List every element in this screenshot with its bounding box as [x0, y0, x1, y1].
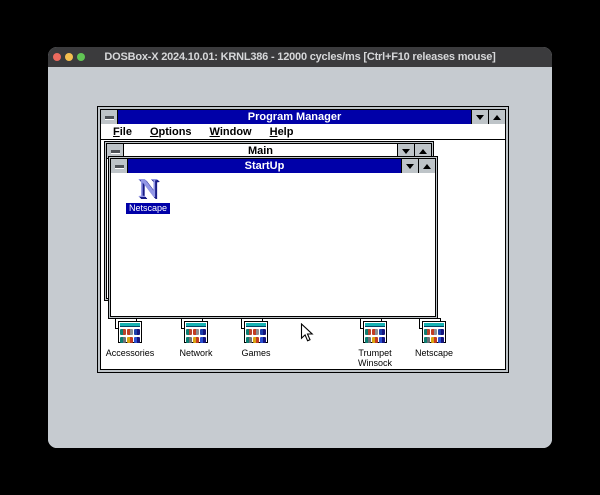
group-icon-netscape[interactable]: Netscape: [402, 318, 466, 358]
menu-bar: File Options Window Help: [101, 124, 505, 140]
minimize-icon: [476, 114, 484, 120]
program-manager-client-area: Main StartUp N Netscape Accessories Netw…: [101, 140, 505, 369]
group-label: Games: [241, 348, 271, 358]
dosbox-window-title: DOSBox-X 2024.10.01: KRNL386 - 12000 cyc…: [104, 51, 496, 63]
maximize-icon: [419, 148, 427, 154]
group-icon-trumpet-winsock[interactable]: Trumpet Winsock: [343, 318, 407, 368]
window-title: Program Manager: [247, 111, 342, 123]
minimize-icon: [402, 148, 410, 154]
program-group-icon: [419, 318, 447, 344]
control-menu-icon: [114, 164, 124, 168]
program-manager-window: Program Manager File Options Window Help: [97, 106, 509, 373]
windows-desktop: Program Manager File Options Window Help: [48, 67, 552, 448]
dosbox-window: DOSBox-X 2024.10.01: KRNL386 - 12000 cyc…: [48, 47, 552, 448]
netscape-n-icon: N: [138, 173, 158, 203]
control-menu-icon: [110, 149, 120, 153]
zoom-button[interactable]: [77, 53, 85, 61]
group-label: Trumpet Winsock: [357, 348, 392, 368]
program-group-icon: [241, 318, 269, 344]
group-label: Network: [179, 348, 213, 358]
maximize-button[interactable]: [418, 159, 435, 173]
maximize-icon: [423, 163, 431, 169]
program-item-label: Netscape: [125, 203, 171, 214]
group-icon-network[interactable]: Network: [164, 318, 228, 358]
program-group-icon: [360, 318, 388, 344]
traffic-lights: [53, 53, 85, 61]
close-button[interactable]: [53, 53, 61, 61]
menu-help[interactable]: Help: [261, 126, 303, 138]
program-manager-titlebar[interactable]: Program Manager: [101, 110, 505, 124]
mouse-cursor-arrow-icon: [300, 323, 314, 342]
minimize-button[interactable]: [65, 53, 73, 61]
group-icon-accessories[interactable]: Accessories: [101, 318, 162, 358]
startup-client-area: N Netscape: [111, 173, 435, 316]
window-title: StartUp: [244, 160, 285, 172]
program-group-icon: [115, 318, 143, 344]
startup-group-window: StartUp N Netscape: [108, 156, 438, 319]
program-group-icon: [181, 318, 209, 344]
group-label: Accessories: [105, 348, 155, 358]
minimize-icon: [406, 163, 414, 169]
group-icon-games[interactable]: Games: [224, 318, 288, 358]
dosbox-titlebar[interactable]: DOSBox-X 2024.10.01: KRNL386 - 12000 cyc…: [48, 47, 552, 67]
menu-window[interactable]: Window: [201, 126, 261, 138]
control-menu-button[interactable]: [101, 110, 118, 124]
menu-options[interactable]: Options: [141, 126, 201, 138]
menu-file[interactable]: File: [104, 126, 141, 138]
control-menu-button[interactable]: [111, 159, 128, 173]
control-menu-icon: [104, 115, 114, 119]
group-label: Netscape: [414, 348, 454, 358]
maximize-button[interactable]: [488, 110, 505, 124]
startup-titlebar[interactable]: StartUp: [111, 159, 435, 173]
program-item-netscape[interactable]: N Netscape: [119, 175, 177, 214]
minimize-button[interactable]: [471, 110, 488, 124]
maximize-icon: [493, 114, 501, 120]
minimize-button[interactable]: [401, 159, 418, 173]
